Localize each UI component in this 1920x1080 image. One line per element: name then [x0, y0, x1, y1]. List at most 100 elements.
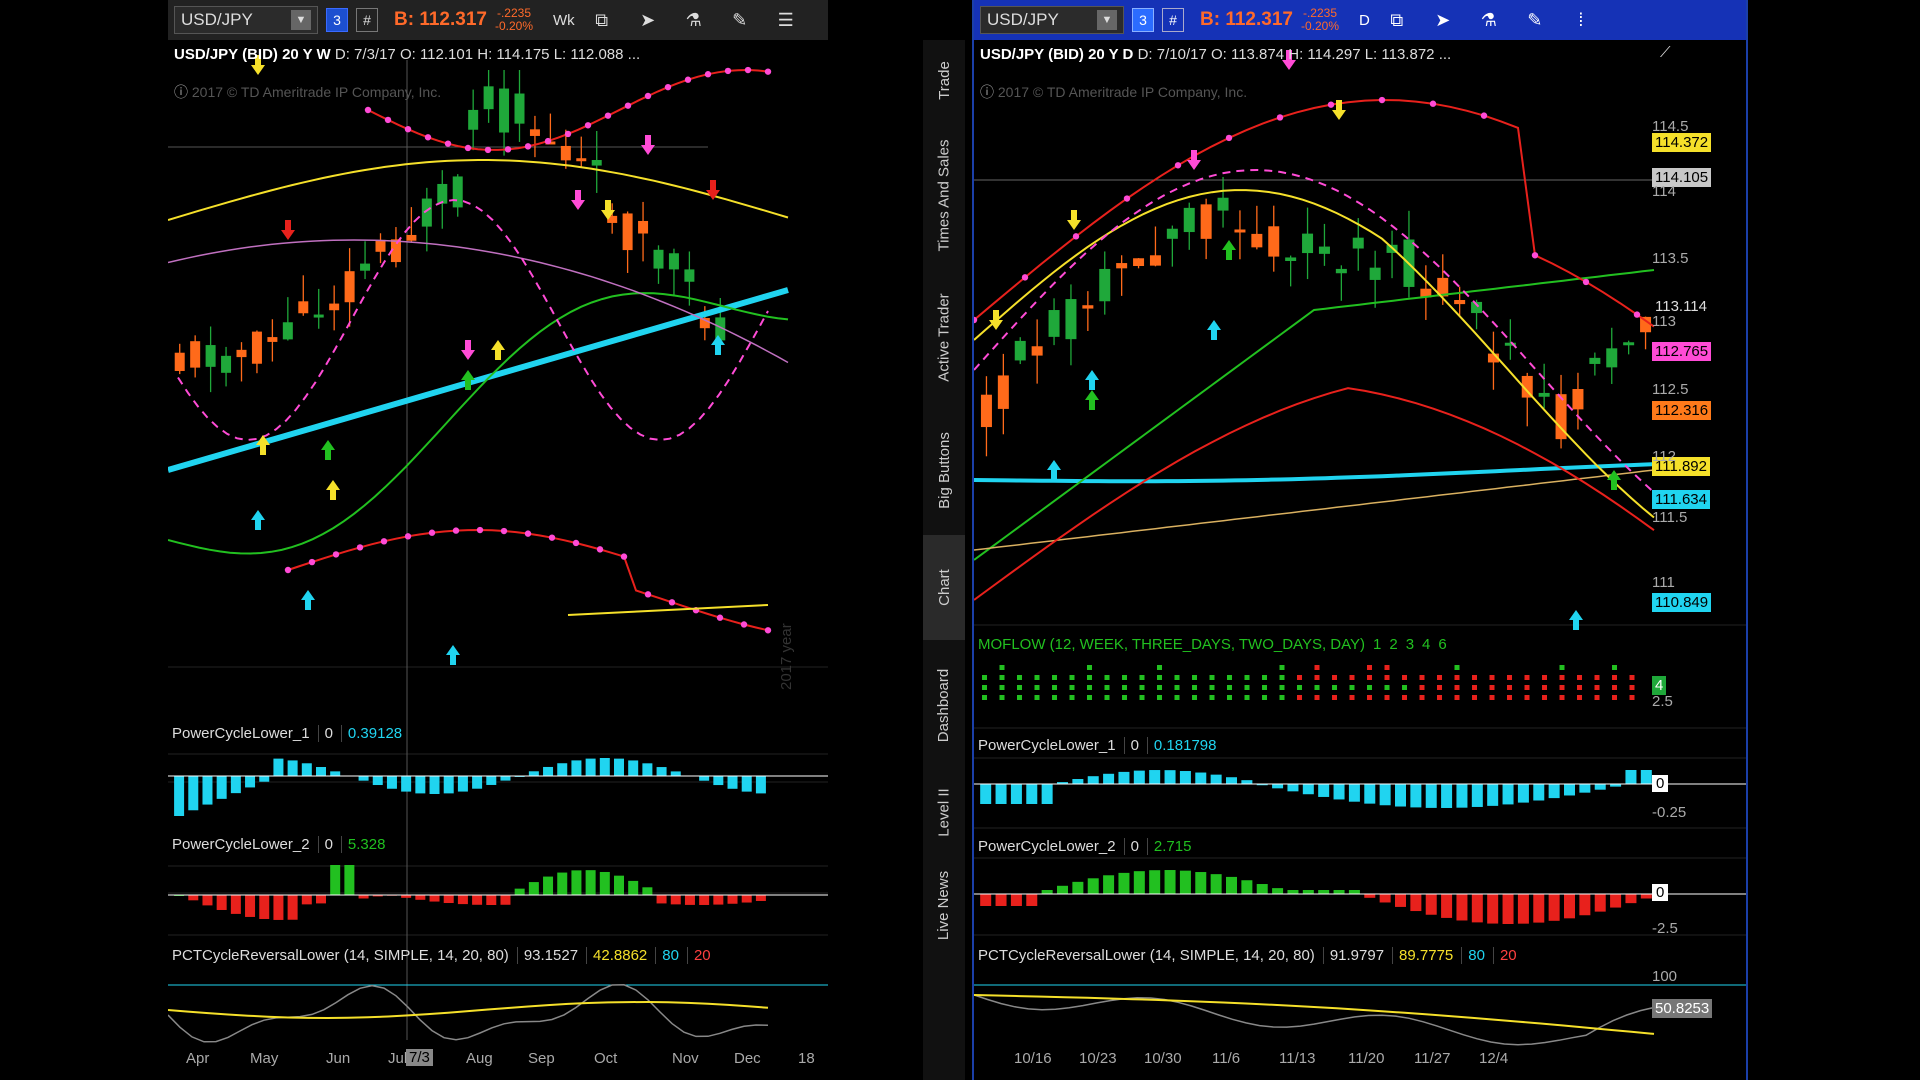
- side-tab-active-trader[interactable]: Active Trader: [923, 270, 965, 405]
- powercycle2-bar: [1210, 874, 1222, 894]
- powercycle1-bar: [1471, 784, 1483, 807]
- side-tab-trade[interactable]: Trade: [923, 40, 965, 120]
- moflow-dot: [1489, 685, 1495, 690]
- powercycle2-bar: [273, 895, 284, 920]
- left-chart-canvas[interactable]: [168, 40, 828, 1080]
- powercycle1-bar: [259, 776, 270, 782]
- moflow-dot: [1349, 685, 1355, 690]
- band-upper-dot: [1327, 101, 1335, 108]
- right-chart-canvas[interactable]: [974, 40, 1748, 1080]
- y-axis-tick: 113.5: [1652, 250, 1689, 267]
- more-info[interactable]: ...: [1439, 46, 1452, 63]
- powercycle2-bar: [188, 895, 199, 901]
- moflow-dot: [982, 695, 987, 700]
- flask-icon[interactable]: ⚗: [675, 10, 713, 31]
- signal-up-arrow: [491, 340, 505, 360]
- moflow-dot: [1349, 675, 1355, 680]
- dropdown-icon[interactable]: ▼: [291, 10, 311, 30]
- moflow-n2: 2: [1389, 636, 1398, 653]
- moflow-dot: [1419, 675, 1425, 680]
- study-name: MOFLOW (12, WEEK, THREE_DAYS, TWO_DAYS, …: [978, 636, 1366, 653]
- candle-style-icon[interactable]: ⧉: [583, 10, 621, 31]
- cursor-icon[interactable]: ➤: [629, 10, 667, 31]
- powercycle2-bar: [571, 870, 582, 895]
- moflow-dot: [1402, 685, 1407, 690]
- powercycle1-bar: [1379, 784, 1391, 806]
- alert-icon[interactable]: ⓘ: [980, 84, 994, 100]
- candle-style-icon[interactable]: ⧉: [1378, 10, 1416, 31]
- price-candle: [576, 158, 587, 162]
- symbol-selector[interactable]: USD/JPY ▼: [980, 6, 1124, 34]
- alert-icon[interactable]: ⓘ: [174, 84, 188, 100]
- band-lower-dot: [356, 544, 364, 551]
- side-tab-big-buttons[interactable]: Big Buttons: [923, 405, 965, 535]
- x-axis-tick: 10/30: [1144, 1050, 1182, 1067]
- hash-icon[interactable]: #: [1162, 8, 1184, 32]
- moflow-dot: [1454, 675, 1460, 680]
- dropdown-icon[interactable]: ▼: [1097, 10, 1117, 30]
- side-tab-label: Chart: [935, 569, 953, 606]
- moflow-dot: [1612, 665, 1617, 670]
- more-info[interactable]: ...: [628, 46, 641, 63]
- moflow-dot: [1034, 695, 1040, 700]
- price-candle: [1318, 246, 1330, 254]
- powercycle2-bar: [1594, 894, 1606, 912]
- powercycle2-bar: [1226, 876, 1237, 894]
- powercycle2-bar: [1287, 890, 1299, 894]
- link-group-button[interactable]: 3: [326, 8, 348, 32]
- moflow-dot: [1279, 675, 1285, 680]
- flask-icon[interactable]: ⚗: [1470, 10, 1508, 31]
- price-candle: [236, 349, 247, 358]
- powercycle2-bar: [216, 895, 227, 910]
- powercycle2-bar: [1179, 870, 1191, 894]
- price-candle: [499, 88, 510, 133]
- study-v3: 80: [655, 947, 679, 964]
- axis-style-icon[interactable]: ⟋: [1660, 44, 1671, 61]
- menu-icon[interactable]: ⁞: [1562, 10, 1600, 31]
- powercycle1-bar: [980, 784, 992, 804]
- band-upper-dot: [364, 106, 372, 114]
- right-study1-title: PowerCycleLower_1 0 0.181798: [978, 737, 1217, 754]
- link-group-button[interactable]: 3: [1132, 8, 1154, 32]
- powercycle2-bar: [1548, 894, 1560, 921]
- powercycle2-bar: [670, 895, 681, 905]
- symbol-selector[interactable]: USD/JPY ▼: [174, 6, 318, 34]
- side-tab-level-ii[interactable]: Level II: [923, 770, 965, 855]
- moflow-dot: [1314, 665, 1320, 670]
- cursor-icon[interactable]: ➤: [1424, 10, 1462, 31]
- signal-up-arrow: [1085, 390, 1099, 410]
- powercycle2-bar: [599, 871, 610, 895]
- study-value: 5.328: [340, 836, 385, 853]
- menu-icon[interactable]: ☰: [767, 10, 805, 31]
- side-tab-dashboard[interactable]: Dashboard: [923, 640, 965, 770]
- drawing-icon[interactable]: ✎: [1516, 10, 1554, 31]
- aggregation-period[interactable]: Wk: [553, 12, 575, 29]
- powercycle2-bar: [1640, 894, 1652, 899]
- side-tab-live-news[interactable]: Live News: [923, 855, 965, 955]
- price-candle: [205, 345, 216, 367]
- study-axis-label: 0: [1652, 884, 1669, 901]
- drawing-icon[interactable]: ✎: [721, 10, 759, 31]
- price-candle: [1538, 392, 1550, 397]
- x-axis-tick: Dec: [734, 1050, 761, 1067]
- side-tab-chart[interactable]: Chart: [923, 535, 965, 640]
- band-upper-dot: [724, 67, 732, 75]
- price-candle: [221, 355, 232, 373]
- aggregation-period[interactable]: D: [1359, 12, 1370, 29]
- band-lower-dot: [740, 621, 748, 628]
- moflow-dot: [999, 685, 1005, 690]
- moflow-dot: [1174, 685, 1180, 690]
- band-lower-dot: [620, 553, 628, 560]
- hash-icon[interactable]: #: [356, 8, 378, 32]
- powercycle2-bar: [330, 865, 341, 895]
- price-tag: 114.372: [1652, 133, 1712, 152]
- moflow-dot: [1489, 675, 1495, 680]
- moflow-dot: [1017, 695, 1022, 700]
- powercycle1-bar: [1302, 784, 1314, 795]
- band-upper-dot: [664, 83, 672, 91]
- side-tab-times-and-sales[interactable]: Times And Sales: [923, 120, 965, 270]
- study-value: 0.39128: [340, 725, 402, 742]
- powercycle1-bar: [528, 771, 539, 776]
- study-v2: 42.8862: [586, 947, 647, 964]
- band-upper-dot: [524, 143, 532, 150]
